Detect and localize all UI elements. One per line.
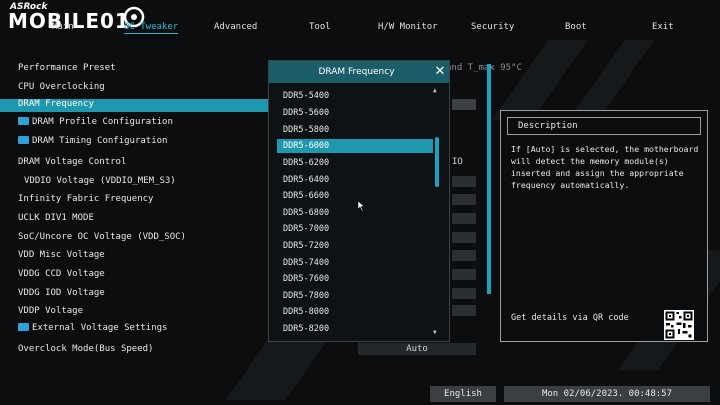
value-box[interactable] [452, 99, 476, 110]
value-box[interactable] [452, 250, 476, 261]
value-box[interactable] [452, 288, 476, 299]
qr-caption: Get details via QR code [511, 313, 629, 323]
option-ddr5-7400[interactable]: DDR5-7400 [277, 256, 433, 270]
menu-item-dram-voltage-control: DRAM Voltage Control [18, 157, 127, 167]
language-button[interactable]: English [430, 386, 496, 402]
scroll-up-icon[interactable]: ▲ [433, 87, 437, 94]
tab-hw-monitor[interactable]: H/W Monitor [378, 22, 438, 32]
tab-advanced[interactable]: Advanced [214, 22, 257, 32]
menu-item-soc-uncore-oc-voltage[interactable]: SoC/Uncore OC Voltage (VDD_SOC) [18, 232, 186, 242]
scroll-thumb[interactable] [435, 137, 439, 187]
option-ddr5-6000[interactable]: DDR5-6000 [277, 139, 433, 153]
option-ddr5-8200[interactable]: DDR5-8200 [277, 322, 433, 336]
dropdown-title: DRAM Frequency [318, 67, 395, 77]
folder-icon [18, 136, 29, 144]
dropdown-scrollbar[interactable]: ▲ ▼ [433, 87, 441, 337]
menu-item-performance-preset[interactable]: Performance Preset [18, 63, 116, 73]
menu-item-label: DRAM Profile Configuration [32, 117, 173, 127]
value-box[interactable] [452, 305, 476, 316]
value-box[interactable] [452, 269, 476, 280]
option-ddr5-7000[interactable]: DDR5-7000 [277, 222, 433, 236]
scroll-down-icon[interactable]: ▼ [433, 329, 437, 336]
close-icon[interactable]: ✕ [432, 64, 448, 80]
menu-item-dram-frequency[interactable]: DRAM Frequency [0, 99, 268, 112]
option-ddr5-7800[interactable]: DDR5-7800 [277, 289, 433, 303]
menu-item-overclock-mode[interactable]: Overclock Mode(Bus Speed) [18, 344, 153, 354]
menu-item-vddp-voltage[interactable]: VDDP Voltage [18, 306, 83, 316]
option-ddr5-7600[interactable]: DDR5-7600 [277, 272, 433, 286]
option-ddr5-5800[interactable]: DDR5-5800 [277, 123, 433, 137]
main-scrollbar[interactable] [487, 64, 491, 294]
folder-icon [18, 323, 29, 331]
dropdown-header: DRAM Frequency ✕ [269, 61, 449, 83]
option-ddr5-6400[interactable]: DDR5-6400 [277, 173, 433, 187]
mouse-cursor-icon [358, 201, 365, 211]
menu-item-vddg-iod-voltage[interactable]: VDDG IOD Voltage [18, 288, 105, 298]
tab-bar: Main OC Tweaker Advanced Tool H/W Monito… [0, 22, 720, 36]
value-box[interactable] [452, 194, 476, 205]
value-box[interactable] [452, 213, 476, 224]
menu-item-label: External Voltage Settings [32, 323, 168, 333]
folder-icon [18, 117, 29, 125]
menu-item-vdd-misc-voltage[interactable]: VDD Misc Voltage [18, 250, 105, 260]
datetime-display: Mon 02/06/2023. 00:48:57 [504, 386, 710, 402]
qr-code-icon [664, 310, 694, 340]
menu-item-cpu-overclocking[interactable]: CPU Overclocking [18, 82, 105, 92]
option-ddr5-5600[interactable]: DDR5-5600 [277, 106, 433, 120]
tab-security[interactable]: Security [471, 22, 514, 32]
menu-item-uclk-div1-mode[interactable]: UCLK DIV1 MODE [18, 213, 94, 223]
tab-main[interactable]: Main [52, 22, 74, 32]
option-ddr5-8000[interactable]: DDR5-8000 [277, 305, 433, 319]
menu-item-label: DRAM Timing Configuration [32, 136, 168, 146]
description-panel: Description If [Auto] is selected, the m… [500, 110, 708, 342]
description-text: If [Auto] is selected, the motherboard w… [511, 144, 699, 190]
partial-value-text: and T_max 95°C [446, 63, 522, 73]
tab-tool[interactable]: Tool [309, 22, 331, 32]
value-box[interactable] [452, 232, 476, 243]
menu-item-external-voltage-settings[interactable]: External Voltage Settings [18, 323, 167, 333]
tab-boot[interactable]: Boot [565, 22, 587, 32]
menu-item-vddg-ccd-voltage[interactable]: VDDG CCD Voltage [18, 269, 105, 279]
option-ddr5-5400[interactable]: DDR5-5400 [277, 89, 433, 103]
dropdown-options: DDR5-5400 DDR5-5600 DDR5-5800 DDR5-6000 … [277, 89, 433, 337]
top-bar: ASRock MOBILE01 Main OC Tweaker Advanced… [0, 0, 720, 36]
tab-exit[interactable]: Exit [652, 22, 674, 32]
description-title: Description [518, 121, 578, 131]
overclock-mode-value[interactable]: Auto [358, 343, 476, 355]
menu-item-dram-timing-configuration[interactable]: DRAM Timing Configuration [18, 136, 167, 146]
menu-item-vddio-voltage[interactable]: VDDIO Voltage (VDDIO_MEM_S3) [24, 176, 176, 186]
menu-item-dram-profile-configuration[interactable]: DRAM Profile Configuration [18, 117, 173, 127]
option-ddr5-6200[interactable]: DDR5-6200 [277, 156, 433, 170]
option-ddr5-7200[interactable]: DDR5-7200 [277, 239, 433, 253]
option-ddr5-6600[interactable]: DDR5-6600 [277, 189, 433, 203]
partial-value-io: IO [452, 157, 463, 167]
description-header: Description [507, 117, 701, 135]
tab-oc-tweaker[interactable]: OC Tweaker [124, 22, 179, 34]
option-ddr5-6800[interactable]: DDR5-6800 [277, 206, 433, 220]
value-box[interactable] [452, 176, 476, 187]
menu-item-infinity-fabric-frequency[interactable]: Infinity Fabric Frequency [18, 194, 153, 204]
